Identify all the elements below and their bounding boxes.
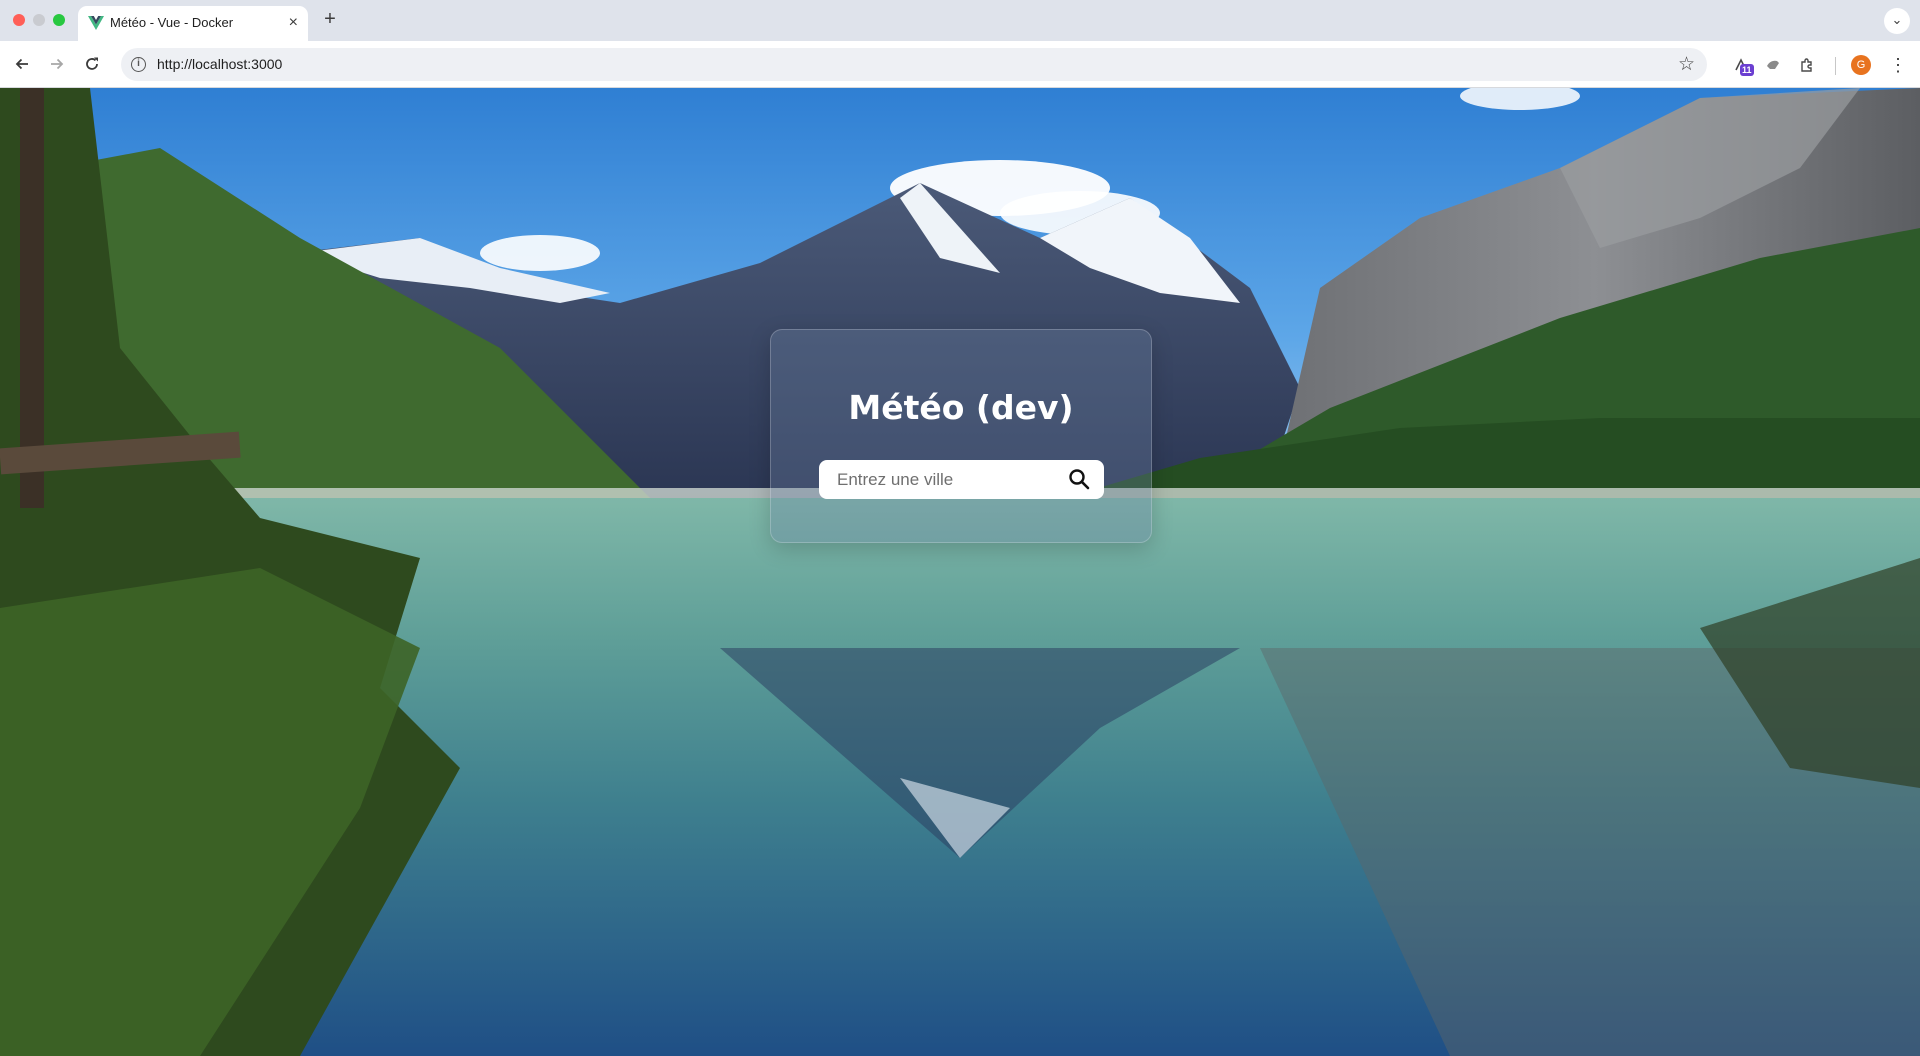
reload-icon[interactable]: [79, 51, 105, 77]
toolbar-separator: [1835, 57, 1836, 75]
weather-search-card: Météo (dev): [770, 329, 1152, 543]
window-close-button[interactable]: [13, 14, 25, 26]
browser-tab[interactable]: Météo - Vue - Docker ×: [78, 6, 308, 41]
bookmark-star-icon[interactable]: ☆: [1678, 53, 1695, 76]
extension-badge: 11: [1740, 64, 1754, 76]
profile-avatar[interactable]: G: [1851, 55, 1871, 75]
url-text[interactable]: http://localhost:3000: [157, 56, 282, 72]
background-landscape-image: [0, 88, 1920, 1056]
page-viewport: Météo (dev): [0, 88, 1920, 1056]
tab-close-icon[interactable]: ×: [289, 13, 298, 33]
browser-tab-bar: Météo - Vue - Docker × + ⌄: [0, 0, 1920, 41]
kebab-menu-icon[interactable]: ⋮: [1888, 53, 1908, 77]
puzzle-icon[interactable]: [1796, 54, 1818, 76]
window-maximize-button[interactable]: [53, 14, 65, 26]
window-minimize-button[interactable]: [33, 14, 45, 26]
back-arrow-icon[interactable]: [9, 51, 35, 77]
tab-title: Météo - Vue - Docker: [110, 15, 234, 30]
city-search-input[interactable]: [837, 469, 1057, 491]
city-search-box[interactable]: [819, 460, 1104, 499]
extension-icon[interactable]: 11: [1730, 54, 1754, 76]
page-title: Météo (dev): [848, 388, 1074, 427]
tab-search-chevron-icon[interactable]: ⌄: [1884, 8, 1910, 34]
search-icon[interactable]: [1068, 468, 1090, 490]
address-bar[interactable]: i http://localhost:3000 ☆: [121, 48, 1707, 81]
vue-logo-icon: [88, 16, 104, 30]
new-tab-button[interactable]: +: [318, 8, 342, 32]
hand-extension-icon[interactable]: [1762, 54, 1784, 76]
forward-arrow-icon[interactable]: [44, 51, 70, 77]
site-info-icon[interactable]: i: [131, 57, 146, 72]
browser-toolbar: i http://localhost:3000 ☆ 11 G ⋮: [0, 41, 1920, 88]
